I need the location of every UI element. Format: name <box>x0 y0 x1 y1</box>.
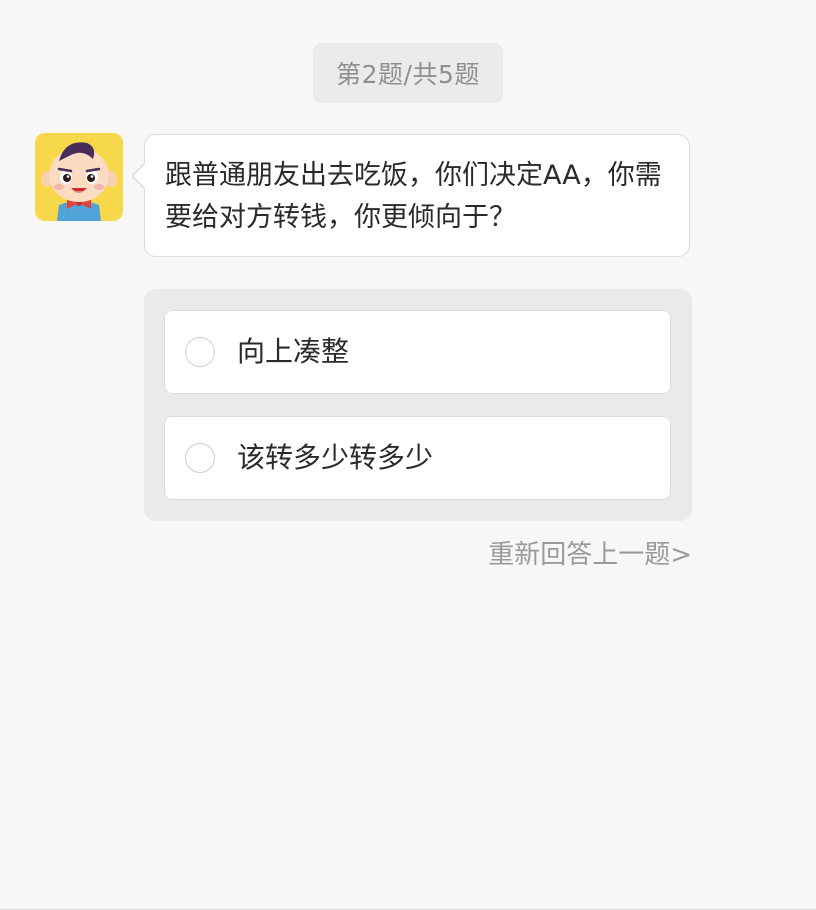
redo-previous-question-link[interactable]: 重新回答上一题> <box>488 534 692 571</box>
question-progress-badge: 第2题/共5题 <box>313 43 503 103</box>
question-text: 跟普通朋友出去吃饭，你们决定AA，你需要给对方转钱，你更倾向于？ <box>165 160 662 233</box>
radio-unchecked-icon[interactable] <box>185 337 215 367</box>
answer-option-label: 向上凑整 <box>237 335 350 368</box>
answer-options-panel: 向上凑整 该转多少转多少 <box>144 289 692 521</box>
speech-bubble-tail-fill <box>133 163 146 189</box>
answer-option-exact-amount[interactable]: 该转多少转多少 <box>164 416 671 500</box>
question-progress-text: 第2题/共5题 <box>336 60 480 89</box>
question-bubble: 跟普通朋友出去吃饭，你们决定AA，你需要给对方转钱，你更倾向于？ <box>144 134 690 257</box>
radio-unchecked-icon[interactable] <box>185 443 215 473</box>
bot-avatar <box>35 133 123 221</box>
answer-option-round-up[interactable]: 向上凑整 <box>164 310 671 394</box>
answer-option-label: 该转多少转多少 <box>237 441 434 474</box>
cartoon-baby-icon <box>35 133 123 221</box>
